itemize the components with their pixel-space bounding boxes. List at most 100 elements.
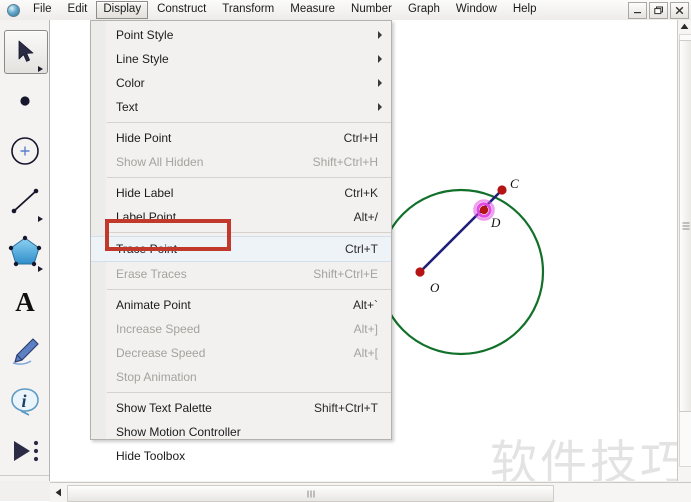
arrow-select-tool[interactable] (0, 26, 49, 76)
menu-item-stop-animation: Stop Animation (91, 365, 391, 389)
menu-item-label: Show Motion Controller (116, 425, 241, 439)
point-icon (4, 80, 46, 122)
menu-item-label-point[interactable]: Label Point... Alt+/ (91, 205, 391, 229)
submenu-arrow-icon (378, 79, 382, 87)
menu-item-hide-label[interactable]: Hide Label Ctrl+K (91, 181, 391, 205)
menubar-item-graph[interactable]: Graph (401, 1, 447, 19)
menu-item-hide-toolbox[interactable]: Hide Toolbox (91, 444, 391, 468)
straightedge-tool[interactable] (0, 176, 49, 226)
restore-button[interactable] (649, 2, 668, 19)
menubar-item-number[interactable]: Number (344, 1, 399, 19)
point-label-c[interactable]: C (510, 176, 519, 192)
menu-item-label: Color (116, 76, 145, 90)
submenu-arrow-icon (378, 31, 382, 39)
display-dropdown-menu[interactable]: Point Style Line Style Color Text Hide Point… (90, 20, 392, 463)
menu-item-color[interactable]: Color (91, 71, 391, 95)
menu-item-trace-point[interactable]: Trace Point Ctrl+T (91, 236, 391, 262)
svg-text:A: A (15, 287, 35, 315)
triangle-left-icon[interactable] (51, 485, 65, 500)
menu-separator (107, 177, 391, 178)
information-tool[interactable]: i (0, 376, 49, 426)
menubar-item-help[interactable]: Help (506, 1, 544, 19)
triangle-up-icon[interactable] (678, 20, 691, 33)
menu-separator (107, 289, 391, 290)
svg-text:i: i (21, 391, 26, 411)
menu-item-label: Show All Hidden (116, 155, 204, 169)
horizontal-scrollbar[interactable] (50, 482, 691, 502)
menu-item-show-text-palette[interactable]: Show Text Palette Shift+Ctrl+T (91, 396, 391, 420)
point-label-d[interactable]: D (491, 215, 500, 231)
menu-item-shortcut: Shift+Ctrl+H (312, 155, 378, 169)
menu-item-increase-speed: Increase Speed Alt+] (91, 317, 391, 341)
menu-item-label: Decrease Speed (116, 346, 206, 360)
minimize-button[interactable] (628, 2, 647, 19)
menubar-item-display[interactable]: Display (96, 1, 149, 19)
menu-item-shortcut: Alt+/ (353, 210, 378, 224)
custom-tool[interactable] (0, 426, 49, 476)
toolbox: A i (0, 20, 50, 481)
horizontal-scrollbar-thumb[interactable] (67, 485, 554, 502)
submenu-arrow-icon[interactable] (38, 216, 43, 222)
vertical-scrollbar[interactable] (677, 20, 691, 481)
sketchpad-window: File Edit Display Construct Transform Measure… (0, 0, 691, 502)
sketchpad-globe-icon (5, 3, 21, 17)
menu-bar: File Edit Display Construct Transform Measure… (0, 0, 691, 21)
menu-item-label: Text (116, 100, 139, 114)
menubar-item-construct[interactable]: Construct (150, 1, 213, 19)
menubar-item-transform[interactable]: Transform (215, 1, 281, 19)
menubar-item-edit[interactable]: Edit (61, 1, 95, 19)
point-tool[interactable] (0, 76, 49, 126)
menu-item-decrease-speed: Decrease Speed Alt+[ (91, 341, 391, 365)
grip-lines-icon (307, 490, 314, 497)
menu-item-shortcut: Ctrl+T (345, 242, 378, 256)
sketch-point-c[interactable] (497, 185, 507, 195)
menu-item-label: Show Text Palette (116, 401, 212, 415)
scrollbar-corner (0, 482, 50, 501)
menu-item-label: Hide Point (116, 131, 172, 145)
menu-item-shortcut: Alt+[ (353, 346, 378, 360)
menu-separator (107, 392, 391, 393)
grip-lines-icon (682, 221, 689, 232)
menu-item-shortcut: Alt+] (353, 322, 378, 336)
menu-item-show-motion-controller[interactable]: Show Motion Controller (91, 420, 391, 444)
sketch-point-d[interactable] (479, 205, 489, 215)
window-controls (628, 2, 689, 19)
polygon-tool[interactable] (0, 226, 49, 276)
close-button[interactable] (670, 2, 689, 19)
menu-item-label: Hide Toolbox (116, 449, 186, 463)
menu-item-hide-point[interactable]: Hide Point Ctrl+H (91, 126, 391, 150)
menu-item-show-all-hidden: Show All Hidden Shift+Ctrl+H (91, 150, 391, 174)
compass-circle-icon (4, 130, 46, 172)
menu-item-label: Trace Point (116, 242, 177, 256)
construction-circle[interactable] (377, 188, 545, 356)
menu-item-label: Label Point... (116, 210, 187, 224)
menu-item-point-style[interactable]: Point Style (91, 23, 391, 47)
menu-item-line-style[interactable]: Line Style (91, 47, 391, 71)
submenu-arrow-icon (378, 55, 382, 63)
submenu-arrow-icon (378, 103, 382, 111)
menu-item-text[interactable]: Text (91, 95, 391, 119)
menu-separator (107, 232, 391, 233)
menubar-item-measure[interactable]: Measure (283, 1, 342, 19)
point-label-o[interactable]: O (430, 280, 439, 296)
sketch-point-o[interactable] (415, 267, 425, 277)
menu-item-label: Erase Traces (116, 267, 187, 281)
menu-item-erase-traces: Erase Traces Shift+Ctrl+E (91, 262, 391, 286)
submenu-arrow-icon[interactable] (38, 266, 43, 272)
letter-a-icon: A (4, 280, 46, 322)
menu-item-label: Line Style (116, 52, 169, 66)
menu-item-label: Hide Label (116, 186, 174, 200)
menu-item-shortcut: Shift+Ctrl+T (313, 401, 378, 415)
marker-tool[interactable] (0, 326, 49, 376)
compass-circle-tool[interactable] (0, 126, 49, 176)
menu-item-shortcut: Ctrl+H (343, 131, 378, 145)
menu-item-animate-point[interactable]: Animate Point Alt+` (91, 293, 391, 317)
submenu-arrow-icon[interactable] (38, 66, 43, 72)
vertical-scrollbar-thumb[interactable] (679, 40, 691, 412)
info-bubble-icon: i (4, 380, 46, 422)
menubar-item-window[interactable]: Window (449, 1, 504, 19)
text-tool[interactable]: A (0, 276, 49, 326)
menu-item-label: Stop Animation (116, 370, 197, 384)
menubar-item-file[interactable]: File (26, 1, 59, 19)
pen-marker-icon (4, 330, 46, 372)
